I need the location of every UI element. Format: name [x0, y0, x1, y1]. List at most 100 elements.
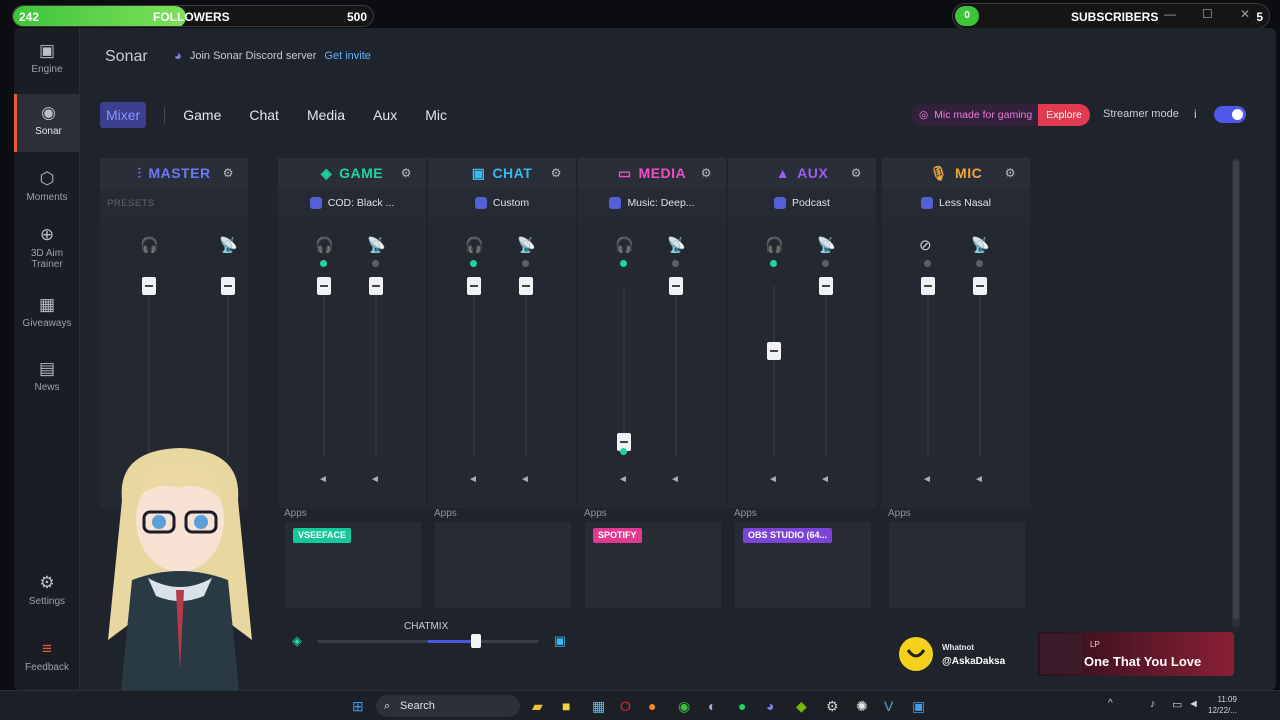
sidebar-item-sonar[interactable]: ◉ Sonar [14, 94, 80, 152]
volume-track[interactable] [623, 286, 625, 456]
headphones-icon[interactable]: 🎧 [615, 236, 634, 254]
speaker-icon[interactable]: ◄ [974, 474, 984, 485]
scrollbar-thumb[interactable] [1233, 160, 1239, 620]
volume-track[interactable] [525, 286, 527, 456]
volume-fader[interactable] [519, 277, 533, 295]
gear-icon[interactable]: ⚙ [551, 166, 562, 180]
speaker-icon[interactable]: ◄ [670, 474, 680, 485]
volume-fader[interactable] [973, 277, 987, 295]
chatmix-knob[interactable] [471, 634, 482, 648]
volume-track[interactable] [675, 286, 677, 456]
gear-icon[interactable]: ⚙ [1005, 166, 1016, 180]
gear-icon[interactable]: ⚙ [223, 166, 234, 180]
volume-fader[interactable] [221, 277, 235, 295]
volume-track[interactable] [148, 286, 150, 456]
sidebar-item-giveaways[interactable]: ▦ Giveaways [14, 296, 80, 336]
volume-fader[interactable] [467, 277, 481, 295]
gear-icon[interactable]: ⚙ [701, 166, 712, 180]
channel-preset[interactable]: COD: Black ... [278, 188, 426, 218]
sidebar-item-feedback[interactable]: ≡ Feedback [14, 640, 80, 680]
sidebar-item-news[interactable]: ▤ News [14, 360, 80, 400]
speaker-icon[interactable]: ◄ [520, 474, 530, 485]
maximize-icon[interactable]: ☐ [1202, 7, 1213, 21]
app-tag[interactable]: VSEEFACE [293, 528, 352, 543]
steam-icon[interactable]: ◐ [708, 698, 716, 714]
apps-dropzone[interactable]: SPOTIFY [585, 522, 721, 608]
get-invite-link[interactable]: Get invite [324, 50, 370, 62]
broadcast-icon[interactable]: 📡 [667, 236, 686, 254]
broadcast-icon[interactable]: 📡 [517, 236, 536, 254]
steelseries-icon[interactable]: ✺ [856, 698, 868, 715]
speaker-icon[interactable]: ◄ [922, 474, 932, 485]
volume-fader[interactable] [819, 277, 833, 295]
apps-dropzone[interactable] [435, 522, 571, 608]
gear-icon[interactable]: ⚙ [851, 166, 862, 180]
headphones-icon[interactable]: 🎧 [140, 236, 159, 254]
discord-taskbar-icon[interactable]: ◕ [766, 698, 774, 714]
broadcast-icon[interactable]: 📡 [817, 236, 836, 254]
tab-mixer[interactable]: Mixer [100, 102, 147, 128]
speaker-icon[interactable]: ◄ [618, 474, 628, 485]
sidebar-item-aim-trainer[interactable]: ⊕ 3D Aim Trainer [14, 226, 80, 274]
info-icon[interactable]: i [1194, 107, 1197, 121]
volume-track[interactable] [227, 286, 229, 456]
broadcast-icon[interactable]: 📡 [367, 236, 386, 254]
headphones-icon[interactable]: 🎧 [765, 236, 784, 254]
network-icon[interactable]: ▭ [1172, 698, 1182, 711]
volume-track[interactable] [927, 286, 929, 456]
broadcast-icon[interactable]: 📡 [219, 236, 238, 254]
explore-button[interactable]: Explore [1038, 104, 1090, 126]
app-tag[interactable]: SPOTIFY [593, 528, 642, 543]
vtube-icon[interactable]: V [884, 698, 893, 714]
tab-game[interactable]: Game [183, 107, 221, 123]
sidebar-item-settings[interactable]: ⚙ Settings [14, 574, 80, 614]
volume-fader[interactable] [317, 277, 331, 295]
volume-fader[interactable] [921, 277, 935, 295]
channel-preset[interactable]: Podcast [728, 188, 876, 218]
volume-fader[interactable] [142, 277, 156, 295]
sidebar-item-moments[interactable]: ⬡ Moments [14, 170, 80, 210]
tab-media[interactable]: Media [307, 107, 345, 123]
notes-icon[interactable]: ■ [562, 698, 570, 714]
volume-track[interactable] [375, 286, 377, 456]
spotify-icon[interactable]: ● [738, 698, 746, 714]
calculator-icon[interactable]: ▦ [592, 698, 605, 715]
settings-taskbar-icon[interactable]: ⚙ [826, 698, 839, 715]
speaker-icon[interactable]: ◄ [318, 474, 328, 485]
apps-dropzone[interactable]: OBS STUDIO (64... [735, 522, 871, 608]
channel-preset[interactable]: Music: Deep... [578, 188, 726, 218]
volume-track[interactable] [473, 286, 475, 456]
tray-chevron-icon[interactable]: ^ [1108, 698, 1113, 709]
broadcast-icon[interactable]: 📡 [971, 236, 990, 254]
taskbar-search[interactable]: ⌕ Search [376, 695, 520, 717]
volume-icon[interactable]: ◄ [1188, 698, 1199, 710]
opera-icon[interactable]: O [620, 698, 631, 714]
volume-fader[interactable] [767, 341, 781, 360]
sidebar-item-engine[interactable]: ▣ Engine [14, 42, 80, 82]
mic-promo[interactable]: ◎ Mic made for gaming Explore [911, 104, 1090, 126]
photos-icon[interactable]: ▣ [912, 698, 925, 715]
apps-dropzone[interactable] [889, 522, 1025, 608]
tab-chat[interactable]: Chat [249, 107, 279, 123]
nvidia-icon[interactable]: ◆ [796, 698, 807, 715]
tab-mic[interactable]: Mic [425, 107, 447, 123]
minimize-icon[interactable]: — [1164, 7, 1176, 21]
speaker-icon[interactable]: ◄ [370, 474, 380, 485]
volume-fader[interactable] [669, 277, 683, 295]
channel-preset[interactable]: Custom [428, 188, 576, 218]
speaker-icon[interactable]: ◄ [820, 474, 830, 485]
firefox-icon[interactable]: ● [648, 698, 656, 714]
volume-track[interactable] [773, 286, 775, 456]
close-icon[interactable]: ✕ [1240, 7, 1250, 21]
volume-track[interactable] [979, 286, 981, 456]
channel-preset[interactable]: Less Nasal [882, 188, 1030, 218]
app-tag[interactable]: OBS STUDIO (64... [743, 528, 833, 543]
volume-track[interactable] [323, 286, 325, 456]
gear-icon[interactable]: ⚙ [401, 166, 412, 180]
folder-icon[interactable]: ▰ [532, 698, 543, 715]
microphone-tray-icon[interactable]: ♪ [1150, 698, 1156, 710]
chatmix-track[interactable] [318, 634, 538, 648]
windows-start-icon[interactable]: ⊞ [352, 698, 364, 715]
chrome-icon[interactable]: ◉ [678, 698, 690, 715]
headphones-muted-icon[interactable]: ⊘ [919, 236, 932, 254]
